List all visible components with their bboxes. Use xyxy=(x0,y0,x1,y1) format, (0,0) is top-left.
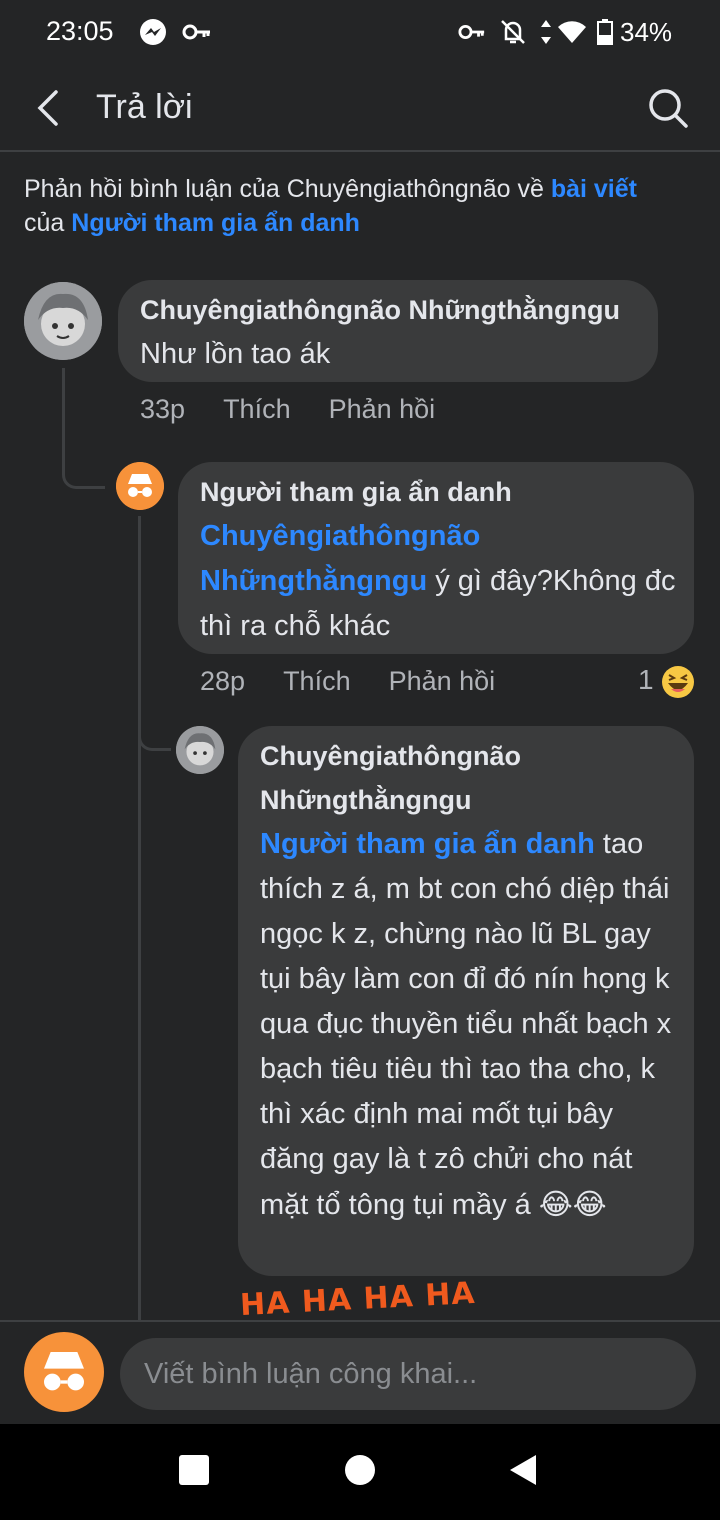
comment-text: tao thích z á, m bt con chó diệp thái ng… xyxy=(260,828,672,1221)
comment-bubble[interactable]: Chuyêngiathôngnão Nhữngthằngngu Như lồn … xyxy=(118,280,658,382)
compose-bar xyxy=(0,1320,720,1426)
comment-time: 28p xyxy=(200,666,246,696)
comment-author[interactable]: Người tham gia ẩn danh xyxy=(200,470,676,514)
reply-button[interactable]: Phản hồi xyxy=(329,394,436,424)
laughing-emoji-icon: 😂😂 xyxy=(538,1187,607,1221)
thread-connector xyxy=(138,704,171,751)
anime-avatar-icon xyxy=(176,726,224,774)
key-icon xyxy=(182,24,210,40)
post-link[interactable]: bài viết xyxy=(551,175,637,203)
context-middle: của xyxy=(24,209,72,237)
author-link[interactable]: Người tham gia ẩn danh xyxy=(71,209,360,237)
reply-button[interactable]: Phản hồi xyxy=(389,666,496,696)
circle-home-icon[interactable] xyxy=(344,1454,376,1486)
comment-bubble[interactable]: Chuyêngiathôngnão Nhữngthằngngu Người th… xyxy=(238,726,694,1276)
laughing-emoji-icon xyxy=(662,665,695,698)
comment-bubble[interactable]: Người tham gia ẩn danh Chuyêngiathôngnão… xyxy=(178,462,694,654)
comment-time: 33p xyxy=(140,394,186,424)
status-bar: 23:05 34% xyxy=(0,0,720,66)
messenger-icon xyxy=(140,19,166,45)
thread-connector xyxy=(62,368,105,489)
system-nav-bar xyxy=(0,1424,720,1520)
avatar[interactable] xyxy=(24,282,102,360)
context-prefix: Phản hồi bình luận của Chuyêngiathôngnão… xyxy=(24,175,551,203)
square-recent-icon[interactable] xyxy=(178,1454,210,1486)
vpn-key-icon xyxy=(458,25,485,39)
triangle-back-icon[interactable] xyxy=(508,1454,538,1486)
avatar[interactable] xyxy=(116,462,164,510)
like-button[interactable]: Thích xyxy=(283,666,351,696)
reply-context: Phản hồi bình luận của Chuyêngiathôngnão… xyxy=(24,172,700,240)
reaction-count: 1 xyxy=(638,664,654,695)
reaction-summary[interactable]: 1 xyxy=(638,664,695,699)
comment-author[interactable]: Chuyêngiathôngnão Nhữngthằngngu xyxy=(260,734,674,822)
anime-avatar-icon xyxy=(24,282,102,360)
thread-line xyxy=(138,516,141,1320)
avatar[interactable] xyxy=(176,726,224,774)
comment-actions: 33p Thích Phản hồi xyxy=(140,394,473,425)
battery-percent: 34% xyxy=(620,17,673,47)
page-title: Trả lời xyxy=(96,88,193,126)
battery-icon xyxy=(597,19,613,45)
comment-actions: 28p Thích Phản hồi xyxy=(200,666,533,697)
wifi-icon xyxy=(558,21,586,43)
bell-off-icon xyxy=(501,20,525,44)
top-app-bar: Trả lời xyxy=(0,66,720,152)
status-time: 23:05 xyxy=(46,16,114,46)
mention-link[interactable]: Người tham gia ẩn danh xyxy=(260,828,595,860)
chevron-left-icon[interactable] xyxy=(26,84,74,132)
search-icon[interactable] xyxy=(644,84,692,132)
comment-input[interactable] xyxy=(120,1338,696,1410)
anonymous-icon[interactable] xyxy=(24,1332,104,1412)
anonymous-icon xyxy=(116,462,164,510)
data-arrows-icon xyxy=(541,20,551,44)
comment-author[interactable]: Chuyêngiathôngnão Nhữngthằngngu xyxy=(140,288,620,332)
haha-sticker[interactable]: HA HA HA HA xyxy=(239,1276,476,1323)
like-button[interactable]: Thích xyxy=(223,394,291,424)
comment-text: Như lồn tao ák xyxy=(140,338,331,370)
